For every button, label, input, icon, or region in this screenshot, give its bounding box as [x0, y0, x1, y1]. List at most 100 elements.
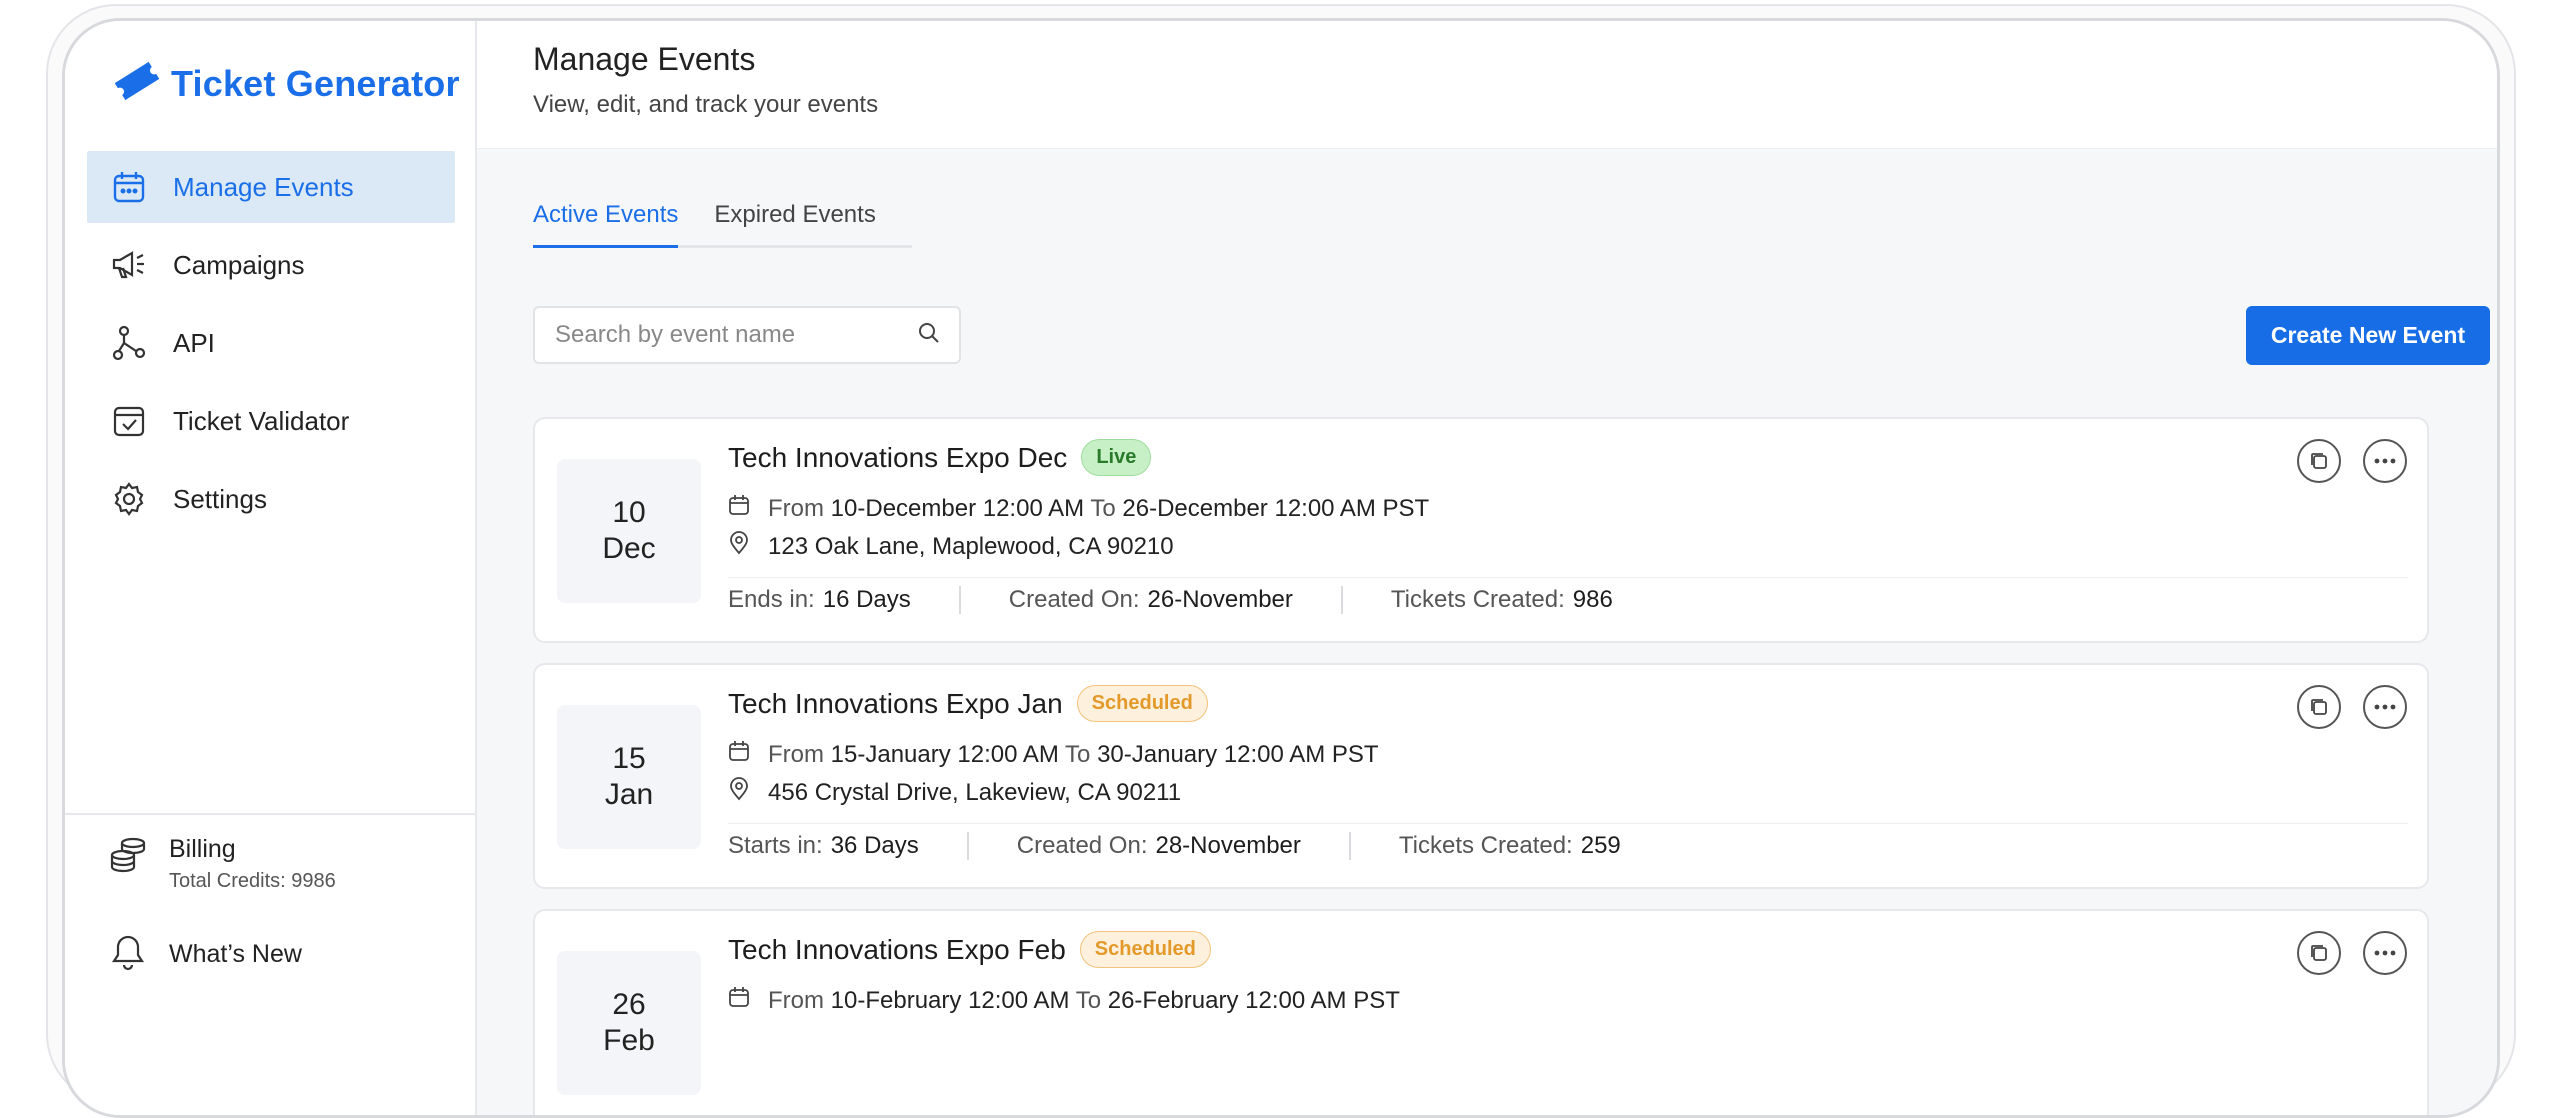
bell-icon [109, 933, 147, 976]
billing-credits: Total Credits: 9986 [169, 870, 336, 892]
app-window: Ticket Generator Manage Events Campaigns… [62, 18, 2500, 1118]
main-content: Manage Events View, edit, and track your… [477, 21, 2497, 1115]
sidebar-item-campaigns[interactable]: Campaigns [87, 229, 455, 301]
search-box [533, 306, 961, 364]
event-title-row: Tech Innovations Expo Feb Scheduled [728, 931, 1211, 968]
copy-icon [2311, 453, 2327, 469]
sidebar-item-billing[interactable]: Billing Total Credits: 9986 [109, 835, 336, 893]
calendar-small-icon [728, 986, 750, 1015]
sidebar-item-label: Manage Events [173, 171, 354, 202]
copy-icon [2311, 699, 2327, 715]
event-day: 10 [612, 496, 646, 529]
api-nodes-icon [109, 323, 149, 363]
tickets-value: 986 [1572, 586, 1613, 613]
countdown-label: Ends in: [728, 586, 815, 613]
copy-event-button[interactable] [2297, 439, 2341, 483]
gear-icon [109, 479, 149, 519]
event-from: 15-January 12:00 AM [830, 740, 1059, 768]
meta-divider [1340, 586, 1343, 614]
page-subtitle: View, edit, and track your events [533, 91, 879, 118]
event-date-box: 26 Feb [557, 951, 701, 1095]
calendar-icon [109, 167, 149, 207]
event-title[interactable]: Tech Innovations Expo Feb [728, 934, 1066, 966]
copy-event-button[interactable] [2297, 931, 2341, 975]
countdown-value: 36 Days [830, 832, 919, 859]
megaphone-icon [109, 245, 149, 285]
countdown-label: Starts in: [728, 832, 823, 859]
page-title: Manage Events [533, 41, 756, 77]
event-from: 10-December 12:00 AM [830, 494, 1085, 522]
event-card[interactable]: 15 Jan Tech Innovations Expo Jan Schedul… [533, 663, 2429, 889]
card-actions [2297, 439, 2407, 483]
app-name: Ticket Generator [171, 62, 460, 104]
ticket-logo-icon [109, 59, 165, 108]
sidebar-item-label: Settings [173, 483, 267, 514]
sidebar-item-label: API [173, 327, 215, 358]
event-meta: Ends in: 16 Days Created On: 26-November T… [728, 577, 2408, 614]
copy-event-button[interactable] [2297, 685, 2341, 729]
meta-divider [958, 586, 961, 614]
sidebar-item-whats-new[interactable]: What’s New [109, 933, 302, 976]
app-logo[interactable]: Ticket Generator [109, 59, 460, 108]
coins-icon [109, 835, 147, 880]
event-address: 123 Oak Lane, Maplewood, CA 90210 [768, 532, 1174, 560]
event-card[interactable]: 26 Feb Tech Innovations Expo Feb Schedul… [533, 909, 2429, 1115]
whats-new-label: What’s New [169, 940, 302, 968]
create-new-event-button[interactable]: Create New Event [2246, 306, 2490, 365]
created-value: 28-November [1155, 832, 1301, 859]
page-header: Manage Events View, edit, and track your… [477, 21, 2497, 149]
created-label: Created On: [1016, 832, 1148, 859]
ellipsis-icon [2374, 704, 2396, 710]
created-label: Created On: [1008, 586, 1140, 613]
card-actions [2297, 685, 2407, 729]
copy-icon [2311, 945, 2327, 961]
search-icon[interactable] [917, 321, 941, 350]
event-title[interactable]: Tech Innovations Expo Dec [728, 442, 1067, 474]
status-badge: Live [1081, 439, 1152, 476]
event-date-box: 10 Dec [557, 459, 701, 603]
event-date-box: 15 Jan [557, 705, 701, 849]
event-location: 123 Oak Lane, Maplewood, CA 90210 [728, 531, 1174, 562]
sidebar-item-label: Ticket Validator [173, 405, 350, 436]
event-month: Feb [603, 1024, 655, 1057]
sidebar-item-api[interactable]: API [87, 307, 455, 379]
event-address: 456 Crystal Drive, Lakeview, CA 90211 [768, 778, 1182, 806]
card-actions [2297, 931, 2407, 975]
status-badge: Scheduled [1079, 931, 1211, 968]
event-month: Jan [604, 778, 654, 811]
tickets-value: 259 [1580, 832, 1621, 859]
calendar-small-icon [728, 494, 750, 523]
event-to: 30-January 12:00 AM PST [1097, 740, 1379, 768]
search-input[interactable] [553, 320, 917, 350]
ellipsis-icon [2374, 950, 2396, 956]
sidebar-item-settings[interactable]: Settings [87, 463, 455, 535]
created-value: 26-November [1147, 586, 1293, 613]
tab-active-events[interactable]: Active Events [533, 201, 679, 248]
event-title-row: Tech Innovations Expo Dec Live [728, 439, 1152, 476]
more-options-button[interactable] [2363, 685, 2407, 729]
tab-expired-events[interactable]: Expired Events [714, 201, 875, 245]
event-day: 15 [612, 742, 646, 775]
billing-title: Billing [169, 835, 236, 863]
event-card[interactable]: 10 Dec Tech Innovations Expo Dec Live Fr… [533, 417, 2429, 643]
event-month: Dec [602, 532, 656, 565]
more-options-button[interactable] [2363, 439, 2407, 483]
sidebar-item-manage-events[interactable]: Manage Events [87, 151, 455, 223]
event-date-range: From 10-December 12:00 AM To 26-December… [728, 494, 1429, 523]
sidebar-item-ticket-validator[interactable]: Ticket Validator [87, 385, 455, 457]
location-pin-icon [728, 777, 750, 808]
event-meta: Starts in: 36 Days Created On: 28-November… [728, 823, 2408, 860]
countdown-value: 16 Days [822, 586, 911, 613]
event-to: 26-December 12:00 AM PST [1122, 494, 1430, 522]
ellipsis-icon [2374, 458, 2396, 464]
tickets-label: Tickets Created: [1398, 832, 1573, 859]
sidebar-nav: Manage Events Campaigns API Ticket Valid… [87, 151, 455, 541]
tickets-label: Tickets Created: [1390, 586, 1565, 613]
event-title[interactable]: Tech Innovations Expo Jan [728, 688, 1063, 720]
more-options-button[interactable] [2363, 931, 2407, 975]
event-day: 26 [612, 988, 646, 1021]
event-date-range: From 15-January 12:00 AM To 30-January 1… [728, 740, 1379, 769]
event-tabs: Active Events Expired Events [533, 201, 912, 248]
validator-icon [109, 401, 149, 441]
event-to: 26-February 12:00 AM PST [1107, 986, 1400, 1014]
